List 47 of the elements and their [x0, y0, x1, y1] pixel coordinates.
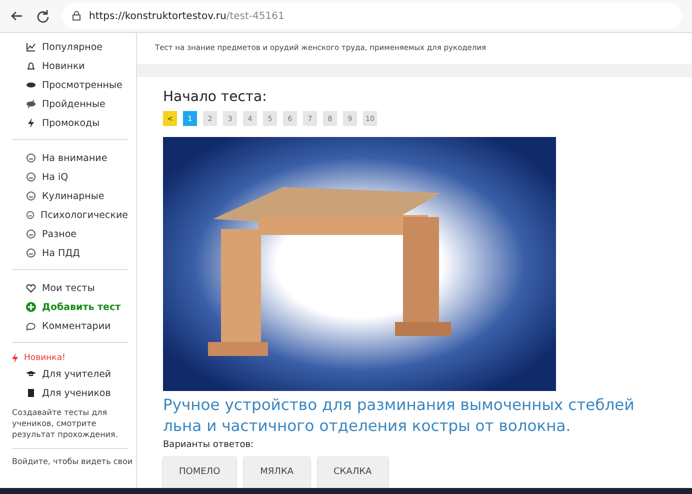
smiley-icon — [26, 153, 36, 163]
sidebar-item[interactable]: Для учителей — [12, 366, 128, 382]
smiley-icon — [26, 191, 36, 201]
promo-text: Создавайте тесты для учеников, смотрите результат прохождения. — [12, 408, 119, 440]
sidebar-item[interactable]: Промокоды — [26, 115, 128, 131]
new-badge: Новинка! — [12, 353, 128, 363]
lock-icon — [72, 11, 81, 21]
answer-button[interactable]: СКАЛКА — [318, 456, 388, 488]
sidebar-item[interactable]: Для учеников — [12, 385, 128, 401]
sidebar-item[interactable]: Популярное — [26, 39, 128, 55]
smiley-icon — [26, 229, 36, 239]
eye-off-icon — [26, 99, 36, 109]
eye-icon — [26, 80, 36, 90]
bolt-icon — [26, 118, 36, 128]
sidebar-item[interactable]: Мои тесты — [26, 280, 128, 296]
url-host: https://konstruktortestov.ru — [89, 10, 226, 22]
answer-button[interactable]: МЯЛКА — [244, 456, 310, 488]
chart-icon — [26, 42, 36, 52]
plus-icon — [26, 302, 36, 312]
sidebar-item[interactable]: На ПДД — [26, 245, 128, 261]
smiley-icon — [26, 248, 36, 258]
sidebar-item[interactable]: Кулинарные — [26, 188, 128, 204]
answers-label: Варианты ответов: — [163, 440, 255, 450]
smiley-icon — [26, 210, 35, 220]
url-path: /test-45161 — [226, 10, 284, 22]
smiley-icon — [26, 172, 36, 182]
answer-button[interactable]: ПОМЕЛО — [163, 456, 236, 488]
sidebar-item[interactable]: Комментарии — [26, 318, 128, 334]
sidebar-item[interactable]: Пройденные — [26, 96, 128, 112]
login-note: Войдите, чтобы видеть свои — [12, 457, 134, 468]
sidebar-item[interactable]: На iQ — [26, 169, 128, 185]
section-heading: Начало теста: — [163, 89, 268, 105]
sidebar-item[interactable]: Новинки — [26, 58, 128, 74]
reload-icon[interactable] — [36, 9, 50, 23]
comment-icon — [26, 321, 36, 331]
graduation-cap-icon — [26, 369, 36, 379]
sidebar-item[interactable]: Психологические — [26, 207, 128, 223]
question-text: Ручное устройство для разминания вымоченных стеблей льна и частичного отделения костры от волокна. — [163, 395, 636, 437]
bell-icon — [26, 61, 36, 71]
back-icon[interactable] — [10, 9, 24, 23]
sidebar-item[interactable]: Разное — [26, 226, 128, 242]
address-bar[interactable]: https://konstruktortestov.ru/test-45161 — [62, 3, 682, 29]
book-icon — [26, 388, 36, 398]
sidebar-item[interactable]: На внимание — [26, 150, 128, 166]
sidebar-item[interactable]: Просмотренные — [26, 77, 128, 93]
heart-icon — [26, 283, 36, 293]
sidebar-item[interactable]: Добавить тест — [26, 299, 128, 315]
